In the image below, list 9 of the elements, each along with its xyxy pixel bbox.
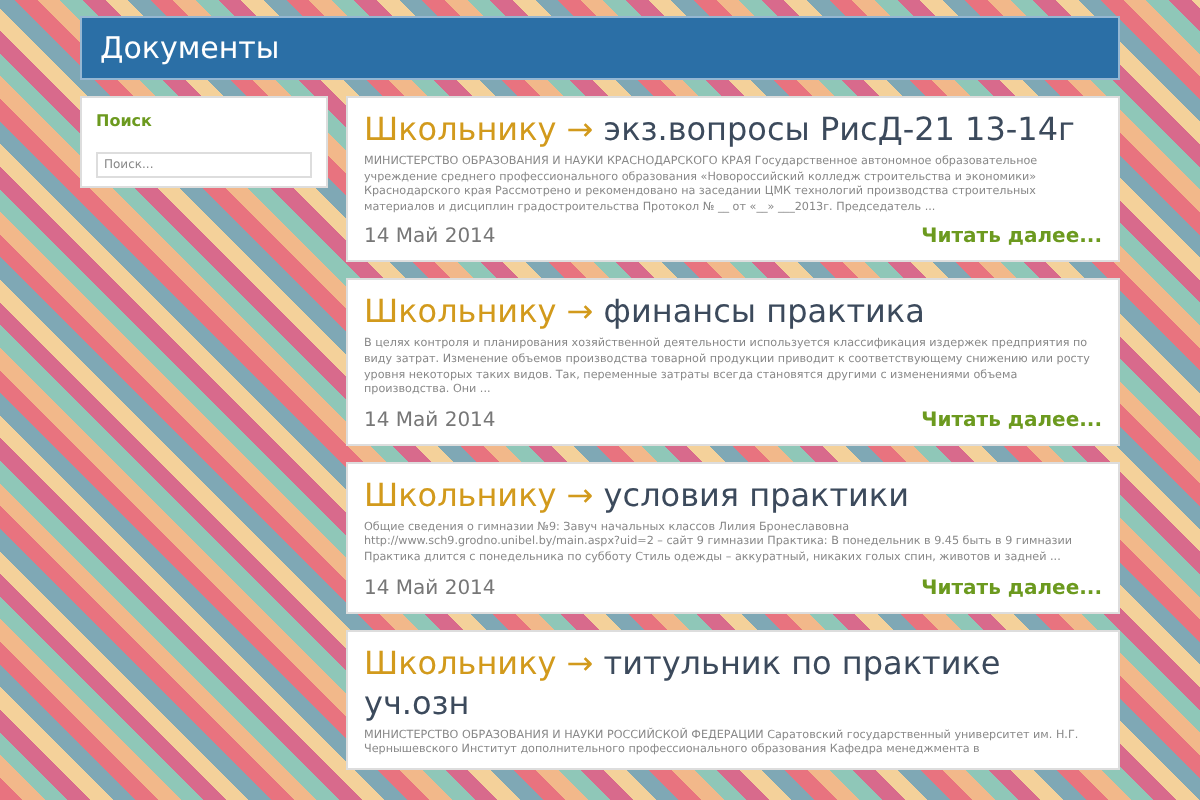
post-heading[interactable]: Школьнику → титульник по практике уч.озн [364,643,1102,724]
post-date: 14 Май 2014 [364,407,496,436]
post-heading[interactable]: Школьнику → условия практики [364,475,1102,516]
widget-title: Поиск [96,110,154,134]
post-date: 14 Май 2014 [364,224,496,253]
post-heading[interactable]: Школьнику → экз.вопросы РисД-21 13-14г [364,110,1102,150]
post-date: 14 Май 2014 [364,575,496,604]
page-title: Документы [100,27,280,70]
post-heading[interactable]: Школьнику → финансы практика [364,292,1102,333]
